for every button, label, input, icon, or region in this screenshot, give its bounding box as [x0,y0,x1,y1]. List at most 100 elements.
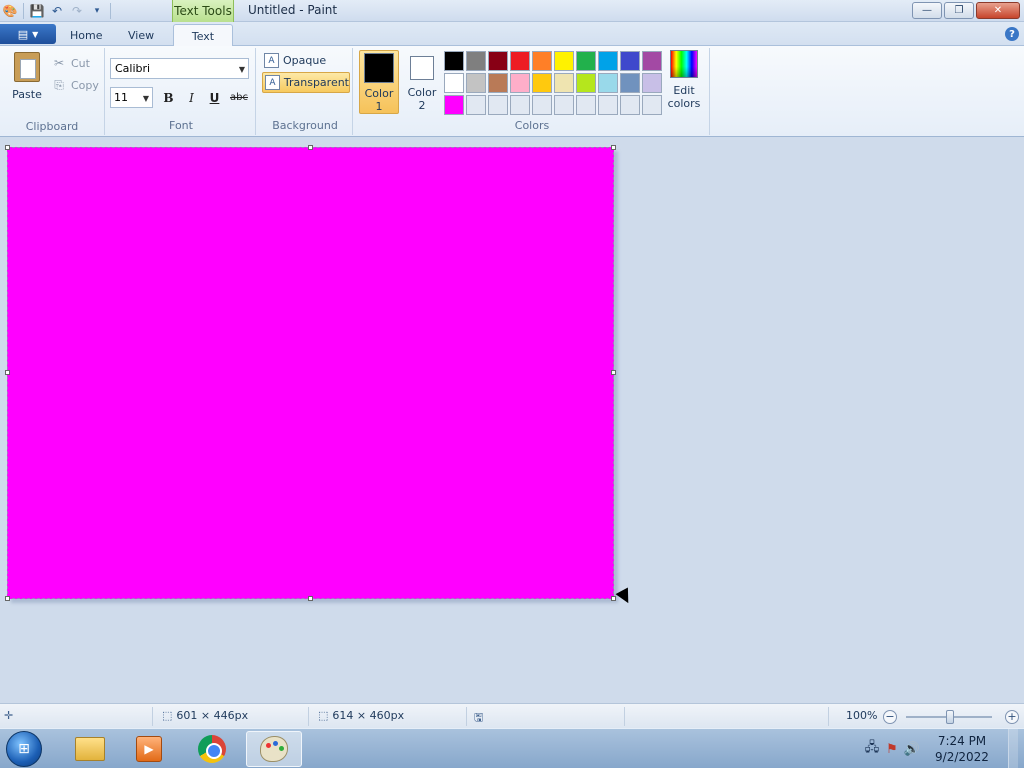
font-family-select[interactable]: Calibri ▼ [110,58,249,79]
zoom-slider-thumb[interactable] [946,710,954,724]
palette-swatch[interactable] [554,95,574,115]
palette-swatch[interactable] [554,51,574,71]
color1-button[interactable]: Color 1 [359,50,399,114]
undo-icon[interactable]: ↶ [47,1,67,21]
resize-handle-bottom-right[interactable] [611,596,616,601]
taskbar-paint[interactable] [246,731,302,767]
application-menu-button[interactable]: ▤ ▼ [0,24,56,44]
background-group-label: Background [272,119,338,132]
clock-time: 7:24 PM [937,734,987,748]
font-size-value: 11 [114,91,128,104]
resize-handle-top[interactable] [308,145,313,150]
zoom-in-button[interactable]: + [1005,710,1019,724]
resize-handle-top-left[interactable] [5,145,10,150]
paste-label: Paste [12,88,42,101]
palette-swatch[interactable] [444,51,464,71]
opaque-button[interactable]: A Opaque [262,50,350,71]
paint-menu-icon[interactable]: 🎨 [0,1,20,21]
cut-button[interactable]: ✂ Cut [52,56,90,70]
ribbon: Paste ✂ Cut ⎘ Copy Clipboard Calibri ▼ 1… [0,46,1024,137]
palette-swatch[interactable] [576,73,596,93]
bold-button[interactable]: B [158,87,179,108]
font-group-label: Font [169,119,193,132]
palette-swatch[interactable] [598,73,618,93]
clock[interactable]: 7:24 PM 9/2/2022 [922,733,1002,765]
tab-view[interactable]: View [118,25,164,46]
window-title: Untitled - Paint [248,3,338,17]
edit-colors-button[interactable]: Edit colors [664,50,704,110]
color2-swatch [410,56,434,80]
italic-button[interactable]: I [181,87,202,108]
network-icon[interactable]: 🖧 [862,738,882,760]
underline-button[interactable]: U [204,87,225,108]
paste-button[interactable]: Paste [8,52,46,106]
palette-swatch[interactable] [554,73,574,93]
status-separator [308,707,309,726]
close-button[interactable]: ✕ [976,2,1020,19]
color2-button[interactable]: Color 2 [402,50,442,114]
palette-swatch[interactable] [510,73,530,93]
restore-button[interactable]: ❐ [944,2,974,19]
start-button[interactable]: ⊞ [6,731,42,767]
palette-swatch[interactable] [444,95,464,115]
chrome-icon [198,735,226,763]
tab-text[interactable]: Text [173,24,233,47]
status-bar: ✛ ⬚ 601 × 446px ⬚ 614 × 460px 🖫 100% − + [0,703,1024,728]
zoom-out-button[interactable]: − [883,710,897,724]
system-tray: 🖧 ⚑ 🔊 7:24 PM 9/2/2022 [862,729,1018,768]
resize-handle-bottom[interactable] [308,596,313,601]
palette-swatch[interactable] [444,73,464,93]
palette-swatch[interactable] [598,51,618,71]
resize-handle-right[interactable] [611,370,616,375]
qat-separator [110,3,111,19]
strikethrough-button[interactable]: abc [227,87,251,108]
color-spectrum-icon [670,50,698,78]
volume-icon[interactable]: 🔊 [902,742,922,757]
palette-swatch[interactable] [488,51,508,71]
save-icon[interactable]: 💾 [27,1,47,21]
taskbar-explorer[interactable] [62,731,118,767]
palette-swatch[interactable] [488,95,508,115]
palette-swatch[interactable] [466,51,486,71]
show-desktop-button[interactable] [1008,729,1018,768]
palette-swatch[interactable] [620,51,640,71]
palette-swatch[interactable] [642,51,662,71]
palette-swatch[interactable] [620,95,640,115]
palette-swatch[interactable] [466,95,486,115]
palette-swatch[interactable] [598,95,618,115]
copy-button[interactable]: ⎘ Copy [52,78,99,93]
palette-swatch[interactable] [576,51,596,71]
redo-icon[interactable]: ↷ [67,1,87,21]
resize-handle-bottom-left[interactable] [5,596,10,601]
taskbar-media-player[interactable]: ▶ [121,731,177,767]
selection-rectangle[interactable] [7,147,614,599]
taskbar-chrome[interactable] [184,731,240,767]
action-center-icon[interactable]: ⚑ [882,742,902,757]
drawing-canvas[interactable] [5,145,616,601]
menu-icon: ▤ [17,27,29,41]
help-icon[interactable]: ? [1005,27,1019,41]
palette-swatch[interactable] [510,51,530,71]
palette-swatch[interactable] [642,95,662,115]
colors-group-label: Colors [514,119,550,132]
resize-handle-top-right[interactable] [611,145,616,150]
image-size-value: 614 × 460px [332,709,405,722]
palette-swatch[interactable] [532,95,552,115]
palette-swatch[interactable] [642,73,662,93]
taskbar: ⊞ ▶ 🖧 ⚑ 🔊 7:24 PM 9/2/2022 [0,728,1024,768]
palette-swatch[interactable] [466,73,486,93]
palette-swatch[interactable] [620,73,640,93]
customize-qat-icon[interactable]: ▾ [87,1,107,21]
transparent-button[interactable]: A Transparent [262,72,350,93]
minimize-button[interactable]: — [912,2,942,19]
crosshair-icon: ✛ [4,709,14,722]
tab-home[interactable]: Home [60,25,112,46]
resize-handle-left[interactable] [5,370,10,375]
palette-swatch[interactable] [510,95,530,115]
font-size-select[interactable]: 11 ▼ [110,87,153,108]
palette-swatch[interactable] [488,73,508,93]
palette-swatch[interactable] [576,95,596,115]
palette-swatch[interactable] [532,51,552,71]
palette-swatch[interactable] [532,73,552,93]
status-separator [152,707,153,726]
